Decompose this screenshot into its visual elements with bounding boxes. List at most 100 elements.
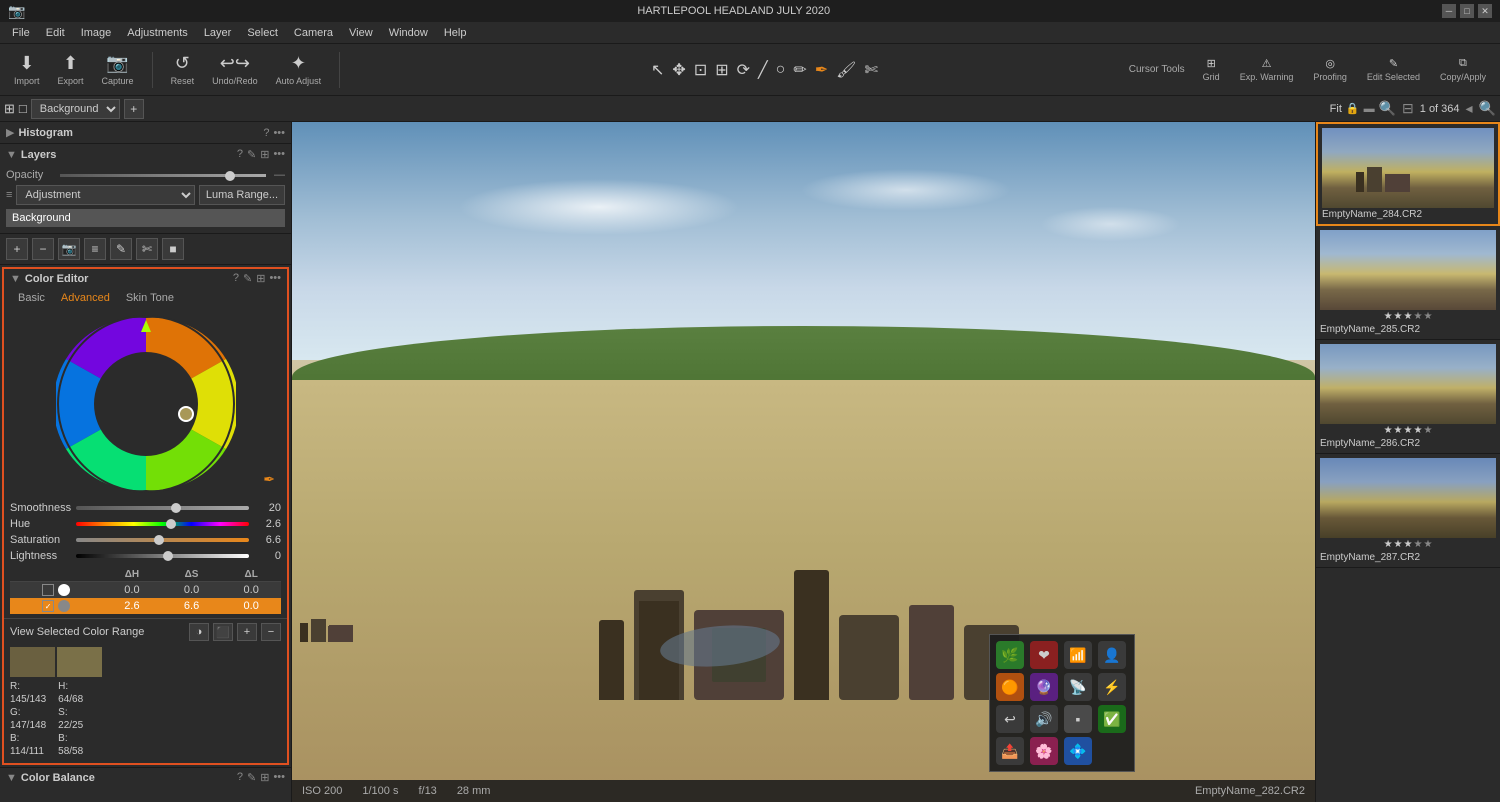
tab-skin-tone[interactable]: Skin Tone — [118, 290, 182, 306]
menu-help[interactable]: Help — [436, 25, 475, 41]
icon-red-heart[interactable]: ❤ — [1030, 641, 1058, 669]
menu-view[interactable]: View — [341, 25, 381, 41]
auto-adjust-button[interactable]: ✦ Auto Adjust — [270, 49, 328, 90]
nav-prev-icon[interactable]: ◂ — [1466, 100, 1473, 117]
add-layer-button[interactable]: + — [124, 99, 144, 119]
icon-orange[interactable]: 🟠 — [996, 673, 1024, 701]
reset-button[interactable]: ↺ Reset — [165, 49, 201, 90]
layers-header[interactable]: ▼ Layers ? ✎ ⊞ ••• — [0, 144, 291, 165]
export-button[interactable]: ⬆ Export — [52, 49, 90, 90]
color-editor-help-icon[interactable]: ? — [233, 272, 239, 285]
proofing-button[interactable]: ◎ Proofing — [1307, 53, 1353, 86]
saturation-slider[interactable] — [76, 538, 249, 542]
copy-apply-button[interactable]: ⧉ Copy/Apply — [1434, 53, 1492, 86]
icon-back[interactable]: ↩ — [996, 705, 1024, 733]
exp-warning-button[interactable]: ⚠ Exp. Warning — [1234, 53, 1300, 86]
half-circle-view-btn[interactable]: ◑ — [189, 623, 209, 641]
close-button[interactable]: ✕ — [1478, 4, 1492, 18]
erase-tool-icon[interactable]: ✄ — [862, 58, 879, 82]
eyedropper-icon[interactable]: ✒ — [263, 471, 275, 488]
menu-select[interactable]: Select — [239, 25, 286, 41]
menu-image[interactable]: Image — [73, 25, 120, 41]
icon-purple-gem[interactable]: 🔮 — [1030, 673, 1058, 701]
layers-help-icon[interactable]: ? — [237, 148, 243, 161]
background-layer[interactable]: Background — [6, 209, 285, 227]
remove-layer-button[interactable]: − — [32, 238, 54, 260]
tab-basic[interactable]: Basic — [10, 290, 53, 306]
single-view-icon[interactable]: □ — [19, 101, 27, 116]
import-button[interactable]: ⬇ Import — [8, 49, 46, 90]
select-tool-icon[interactable]: ↖ — [649, 58, 666, 82]
layer-eraser-button[interactable]: ✄ — [136, 238, 158, 260]
line-tool-icon[interactable]: ╱ — [756, 58, 770, 82]
minimize-button[interactable]: ─ — [1442, 4, 1456, 18]
layer-select[interactable]: Background — [31, 99, 120, 119]
thumbnail-2[interactable]: ★ ★ ★ ★ ★ EmptyName_285.CR2 — [1316, 226, 1500, 340]
grid-button[interactable]: ⊞ Grid — [1197, 53, 1226, 86]
layer-pencil-button[interactable]: ✎ — [110, 238, 132, 260]
smoothness-slider[interactable] — [76, 506, 249, 510]
tab-advanced[interactable]: Advanced — [53, 290, 118, 306]
opacity-slider[interactable] — [60, 174, 266, 177]
healing-tool-icon[interactable]: ✒ — [813, 58, 830, 82]
icon-blue[interactable]: 💠 — [1064, 737, 1092, 765]
edit-selected-button[interactable]: ✎ Edit Selected — [1361, 53, 1426, 86]
lightness-slider[interactable] — [76, 554, 249, 558]
color-editor-more-icon[interactable]: ••• — [269, 272, 281, 285]
menu-edit[interactable]: Edit — [38, 25, 73, 41]
thumbnail-3[interactable]: ★ ★ ★ ★ ★ EmptyName_286.CR2 — [1316, 340, 1500, 454]
circle-tool-icon[interactable]: ○ — [774, 59, 788, 81]
capture-button[interactable]: 📷 Capture — [96, 49, 140, 90]
icon-speaker[interactable]: 🔊 — [1030, 705, 1058, 733]
color-balance-header[interactable]: ▼ Color Balance ? ✎ ⊞ ••• — [6, 771, 285, 784]
brush-tool-icon[interactable]: ✏ — [791, 58, 808, 82]
color-editor-pencil-icon[interactable]: ✎ — [243, 272, 252, 285]
thumbnail-4[interactable]: ★ ★ ★ ★ ★ EmptyName_287.CR2 — [1316, 454, 1500, 568]
cb-pencil-icon[interactable]: ✎ — [247, 771, 256, 784]
icon-green-leaf[interactable]: 🌿 — [996, 641, 1024, 669]
histogram-header[interactable]: ▶ Histogram ? ••• — [0, 122, 291, 143]
adjustment-select[interactable]: Adjustment — [16, 185, 194, 205]
layer-camera-button[interactable]: 📷 — [58, 238, 80, 260]
icon-flower[interactable]: 🌸 — [1030, 737, 1058, 765]
menu-file[interactable]: File — [4, 25, 38, 41]
window-controls[interactable]: ─ □ ✕ — [1442, 4, 1492, 18]
thumbnail-1[interactable]: EmptyName_284.CR2 — [1316, 122, 1500, 226]
menu-window[interactable]: Window — [381, 25, 436, 41]
layers-more-icon[interactable]: ••• — [273, 148, 285, 161]
grid-view-icon[interactable]: ⊞ — [4, 101, 15, 117]
layer-list-button[interactable]: ≡ — [84, 238, 106, 260]
hue-slider[interactable] — [76, 522, 249, 526]
icon-export2[interactable]: 📤 — [996, 737, 1024, 765]
remove-color-btn[interactable]: − — [261, 623, 281, 641]
search-icon[interactable]: 🔍 — [1479, 100, 1496, 117]
cb-copy-icon[interactable]: ⊞ — [260, 771, 269, 784]
histogram-help-icon[interactable]: ? — [263, 127, 269, 139]
cb-help-icon[interactable]: ? — [237, 771, 243, 784]
pan-tool-icon[interactable]: ✥ — [670, 58, 687, 82]
undo-redo-button[interactable]: ↩↪ Undo/Redo — [206, 49, 264, 90]
mask-view-btn[interactable]: ⬛ — [213, 623, 233, 641]
menu-layer[interactable]: Layer — [196, 25, 240, 41]
layer-square-button[interactable]: ■ — [162, 238, 184, 260]
maximize-button[interactable]: □ — [1460, 4, 1474, 18]
menu-adjustments[interactable]: Adjustments — [119, 25, 196, 41]
add-color-btn[interactable]: + — [237, 623, 257, 641]
channels-icon[interactable]: ⊟ — [1402, 100, 1414, 117]
crop-tool-icon[interactable]: ⊡ — [692, 58, 709, 82]
icon-usb[interactable]: ⚡ — [1098, 673, 1126, 701]
add-layer-button[interactable]: + — [6, 238, 28, 260]
color-editor-copy-icon[interactable]: ⊞ — [256, 272, 265, 285]
icon-signal[interactable]: 📶 — [1064, 641, 1092, 669]
clone-tool-icon[interactable]: 🖌 — [834, 58, 858, 82]
icon-check[interactable]: ✅ — [1098, 705, 1126, 733]
icon-person[interactable]: 👤 — [1098, 641, 1126, 669]
layers-copy-icon[interactable]: ⊞ — [260, 148, 269, 161]
icon-wifi[interactable]: 📡 — [1064, 673, 1092, 701]
opacity-reset[interactable]: — — [274, 169, 285, 181]
histogram-more-icon[interactable]: ••• — [273, 127, 285, 139]
zoom-in-icon[interactable]: 🔍 — [1379, 100, 1396, 117]
luma-range-button[interactable]: Luma Range... — [199, 185, 285, 205]
cb-more-icon[interactable]: ••• — [273, 771, 285, 784]
rotate-tool-icon[interactable]: ⟳ — [735, 58, 752, 82]
